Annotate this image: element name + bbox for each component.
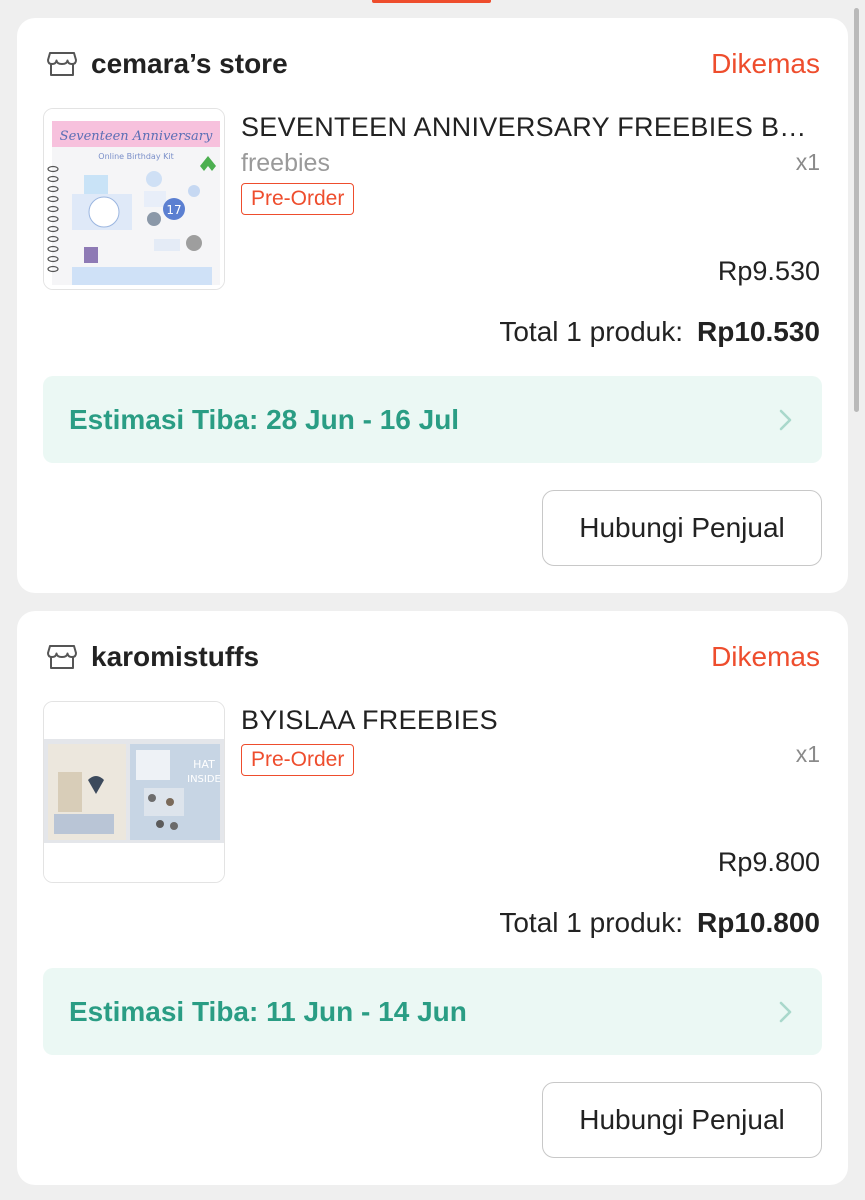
thumbnail-art-text: HAT — [193, 758, 215, 771]
contact-seller-button[interactable]: Hubungi Penjual — [542, 490, 822, 566]
store-icon — [47, 52, 77, 76]
estimated-arrival-text: Estimasi Tiba: 28 Jun - 16 Jul — [69, 403, 460, 435]
order-status: Dikemas — [711, 641, 820, 672]
total-label: Total 1 produk: — [499, 907, 684, 938]
estimated-arrival[interactable]: Estimasi Tiba: 28 Jun - 16 Jul — [43, 376, 822, 463]
order-total: Total 1 produk: Rp10.800 — [499, 907, 820, 939]
total-value: Rp10.530 — [697, 316, 820, 347]
store-name[interactable]: karomistuffs — [91, 641, 259, 673]
chevron-right-icon — [779, 1001, 792, 1022]
order-status: Dikemas — [711, 48, 820, 79]
product-quantity: x1 — [795, 741, 820, 767]
chevron-right-icon — [779, 409, 792, 430]
contact-seller-button[interactable]: Hubungi Penjual — [542, 1082, 822, 1158]
svg-text:17: 17 — [166, 203, 181, 217]
product-title[interactable]: BYISLAA FREEBIES — [241, 705, 820, 736]
store-icon — [47, 645, 77, 669]
tab-indicator — [372, 0, 491, 3]
store-header[interactable]: cemara’s store Dikemas — [47, 46, 820, 82]
preorder-badge: Pre-Order — [241, 183, 355, 215]
store-name[interactable]: cemara’s store — [91, 48, 288, 80]
product-image: HAT INSIDE — [44, 702, 224, 882]
total-value: Rp10.800 — [697, 907, 820, 938]
product-image: Seventeen Anniversary Online Birthday Ki… — [44, 109, 224, 289]
preorder-badge: Pre-Order — [241, 744, 355, 776]
svg-text:INSIDE: INSIDE — [187, 774, 221, 785]
product-title[interactable]: SEVENTEEN ANNIVERSARY FREEBIES BUNDLE — [241, 112, 820, 143]
product-price: Rp9.530 — [717, 256, 820, 286]
thumbnail-title-art: Seventeen Anniversary — [60, 129, 213, 144]
store-header[interactable]: karomistuffs Dikemas — [47, 639, 820, 675]
order-card: karomistuffs Dikemas HAT INSIDE BYISLAA … — [17, 611, 848, 1185]
estimated-arrival[interactable]: Estimasi Tiba: 11 Jun - 14 Jun — [43, 968, 822, 1055]
estimated-arrival-text: Estimasi Tiba: 11 Jun - 14 Jun — [69, 995, 467, 1027]
product-thumbnail[interactable]: Seventeen Anniversary Online Birthday Ki… — [43, 108, 225, 290]
scrollbar[interactable] — [854, 8, 859, 412]
order-total: Total 1 produk: Rp10.530 — [499, 316, 820, 348]
order-card: cemara’s store Dikemas Seventeen Anniver… — [17, 18, 848, 593]
svg-text:Online Birthday Kit: Online Birthday Kit — [98, 152, 173, 161]
product-price: Rp9.800 — [717, 847, 820, 877]
product-quantity: x1 — [795, 149, 820, 175]
product-thumbnail[interactable]: HAT INSIDE — [43, 701, 225, 883]
product-variant: freebies — [241, 149, 330, 177]
total-label: Total 1 produk: — [499, 316, 684, 347]
